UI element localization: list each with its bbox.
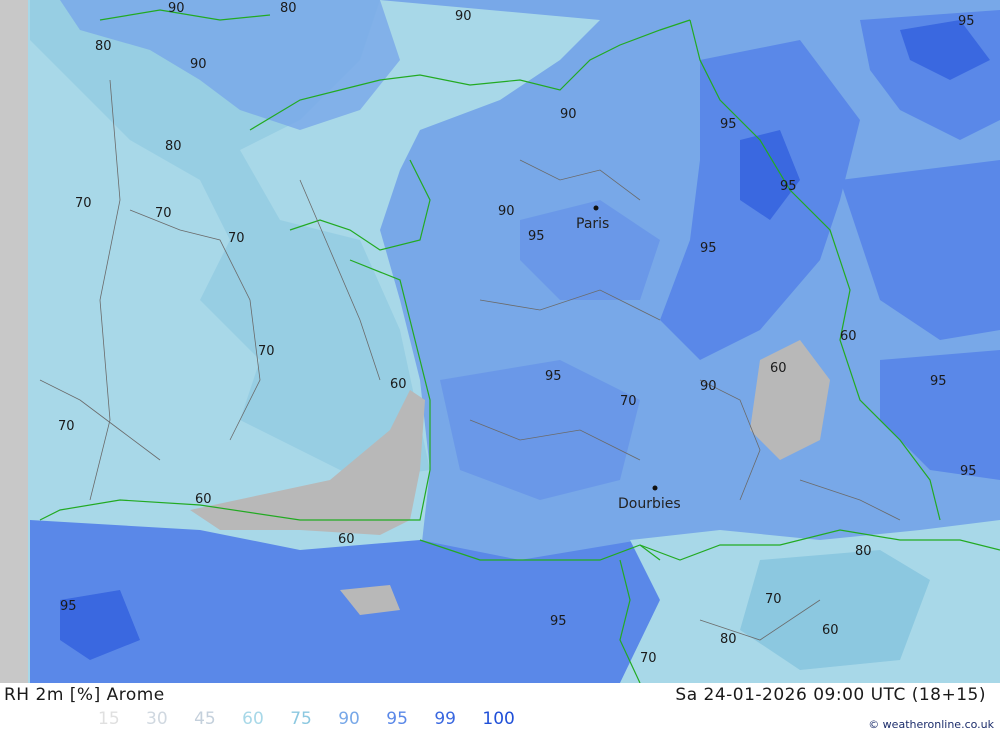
contour-label: 80 xyxy=(95,39,112,54)
contour-label: 95 xyxy=(960,464,977,479)
contour-label: 95 xyxy=(700,241,717,256)
contour-label: 80 xyxy=(720,632,737,647)
city-label-paris: Paris xyxy=(576,216,609,232)
legend-item-95: 95 xyxy=(386,709,408,729)
contour-label: 70 xyxy=(75,196,92,211)
paris-marker xyxy=(593,205,599,211)
contour-label: 60 xyxy=(338,532,355,547)
contour-label: 95 xyxy=(720,117,737,132)
contour-label: 70 xyxy=(258,344,275,359)
contour-label: 60 xyxy=(195,492,212,507)
legend-item-45: 45 xyxy=(194,709,216,729)
forecast-datetime: Sa 24-01-2026 09:00 UTC (18+15) xyxy=(675,685,986,705)
legend-item-100: 100 xyxy=(482,709,515,729)
legend-item-90: 90 xyxy=(338,709,360,729)
contour-label: 90 xyxy=(560,107,577,122)
contour-label: 80 xyxy=(280,1,297,16)
contour-label: 60 xyxy=(390,377,407,392)
city-label-dourbies: Dourbies xyxy=(618,496,681,512)
contour-label: 95 xyxy=(545,369,562,384)
contour-label: 90 xyxy=(190,57,207,72)
footer-bar: RH 2m [%] Arome Sa 24-01-2026 09:00 UTC … xyxy=(0,683,1000,733)
contour-label: 80 xyxy=(855,544,872,559)
legend-item-75: 75 xyxy=(290,709,312,729)
contour-label: 70 xyxy=(155,206,172,221)
contour-label: 95 xyxy=(528,229,545,244)
contour-label: 90 xyxy=(700,379,717,394)
legend-item-60: 60 xyxy=(242,709,264,729)
contour-label: 70 xyxy=(58,419,75,434)
contour-label: 95 xyxy=(60,599,77,614)
credit-link[interactable]: © weatheronline.co.uk xyxy=(868,718,994,731)
legend-item-99: 99 xyxy=(434,709,456,729)
contour-label: 80 xyxy=(165,139,182,154)
contour-label: 60 xyxy=(770,361,787,376)
contour-label: 70 xyxy=(228,231,245,246)
legend-item-30: 30 xyxy=(146,709,168,729)
contour-label: 70 xyxy=(765,592,782,607)
contour-label: 90 xyxy=(498,204,515,219)
contour-label: 95 xyxy=(550,614,567,629)
contour-label: 95 xyxy=(930,374,947,389)
legend-item-15: 15 xyxy=(98,709,120,729)
dourbies-marker xyxy=(652,485,658,491)
color-legend: 15 30 45 60 75 90 95 99 100 xyxy=(98,709,536,729)
contour-label: 70 xyxy=(640,651,657,666)
contour-label: 90 xyxy=(455,9,472,24)
contour-label: 60 xyxy=(822,623,839,638)
contour-label: 90 xyxy=(168,1,185,16)
map-title: RH 2m [%] Arome xyxy=(4,685,165,705)
contour-label: 95 xyxy=(780,179,797,194)
map-canvas: Paris Dourbies 90 80 90 80 90 80 70 70 7… xyxy=(0,0,1000,684)
humidity-map: Paris Dourbies 90 80 90 80 90 80 70 70 7… xyxy=(0,0,1000,684)
contour-label: 60 xyxy=(840,329,857,344)
contour-label: 70 xyxy=(620,394,637,409)
contour-label: 95 xyxy=(958,14,975,29)
